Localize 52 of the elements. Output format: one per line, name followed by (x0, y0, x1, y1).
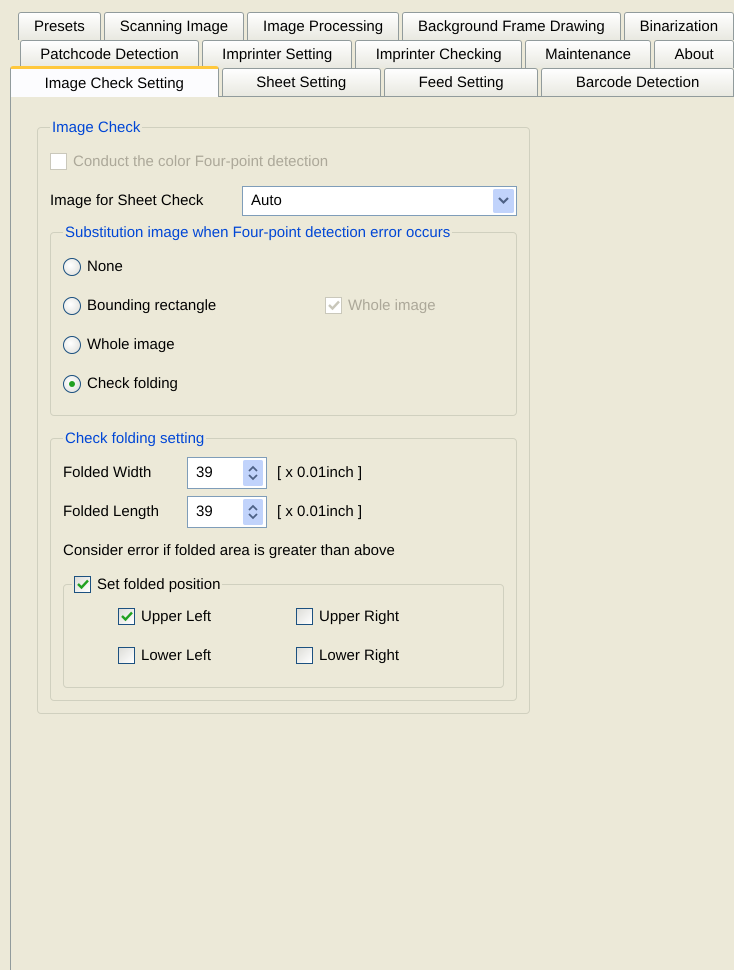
checkbox[interactable] (296, 608, 313, 625)
checkbox-label: Conduct the color Four-point detection (73, 153, 328, 170)
radio-button[interactable] (63, 336, 81, 354)
tab[interactable]: Imprinter Checking (355, 40, 522, 68)
group-title: Image Check (51, 119, 142, 136)
radio-button[interactable] (63, 258, 81, 276)
radio-label: Bounding rectangle (87, 297, 218, 314)
unit-label: [ x 0.01inch ] (277, 464, 362, 481)
checkbox-label: Lower Right (319, 647, 400, 664)
tab[interactable]: Scanning Image (104, 12, 244, 40)
checkbox[interactable] (74, 576, 91, 593)
tab[interactable]: Image Processing (247, 12, 400, 40)
tab[interactable]: Maintenance (524, 40, 652, 68)
checkbox-label: Upper Right (319, 608, 400, 625)
field-label: Folded Width (63, 464, 152, 481)
note-text: Consider error if folded area is greater than above (63, 542, 395, 559)
radio-button[interactable] (63, 374, 81, 392)
tab[interactable]: Binarization (624, 12, 734, 40)
checkbox-label: Set folded position (97, 576, 220, 593)
group-title: Substitution image when Four-point detection error occurs (64, 224, 452, 241)
tab[interactable]: Barcode Detection (541, 68, 734, 96)
tab[interactable]: Presets (18, 12, 101, 40)
checkbox-label: Upper Left (141, 608, 212, 625)
tab[interactable]: Sheet Setting (222, 68, 381, 96)
tab[interactable]: About (654, 40, 734, 68)
spin-field[interactable]: 39 (187, 496, 267, 528)
field-value: 39 (196, 464, 213, 481)
radio-label: None (87, 258, 123, 275)
spin-field[interactable]: 39 (187, 456, 267, 488)
radio-label: Whole image (87, 336, 175, 353)
checkbox-label: Lower Left (141, 647, 212, 664)
field-label: Image for Sheet Check (50, 192, 204, 209)
tab[interactable]: Patchcode Detection (20, 40, 199, 68)
checkbox-label: Whole image (348, 297, 436, 314)
checkbox[interactable] (118, 608, 135, 625)
tab[interactable]: Imprinter Setting (202, 40, 352, 68)
chevron-down-icon[interactable] (493, 188, 514, 212)
field-label: Folded Length (63, 503, 160, 520)
checkbox[interactable] (118, 647, 135, 664)
group-title: Check folding setting (64, 430, 206, 447)
tab[interactable]: Image Check Setting (10, 66, 219, 97)
radio-button[interactable] (63, 296, 81, 314)
dropdown-value: Auto (251, 192, 282, 209)
dropdown[interactable]: Auto (242, 186, 517, 216)
field-value: 39 (196, 503, 213, 520)
radio-label: Check folding (87, 375, 178, 392)
tab[interactable]: Feed Setting (384, 68, 538, 96)
spinner-icon[interactable] (243, 460, 263, 486)
tab[interactable]: Background Frame Drawing (402, 12, 621, 40)
spinner-icon[interactable] (243, 498, 263, 524)
checkbox[interactable] (296, 647, 313, 664)
unit-label: [ x 0.01inch ] (277, 503, 362, 520)
